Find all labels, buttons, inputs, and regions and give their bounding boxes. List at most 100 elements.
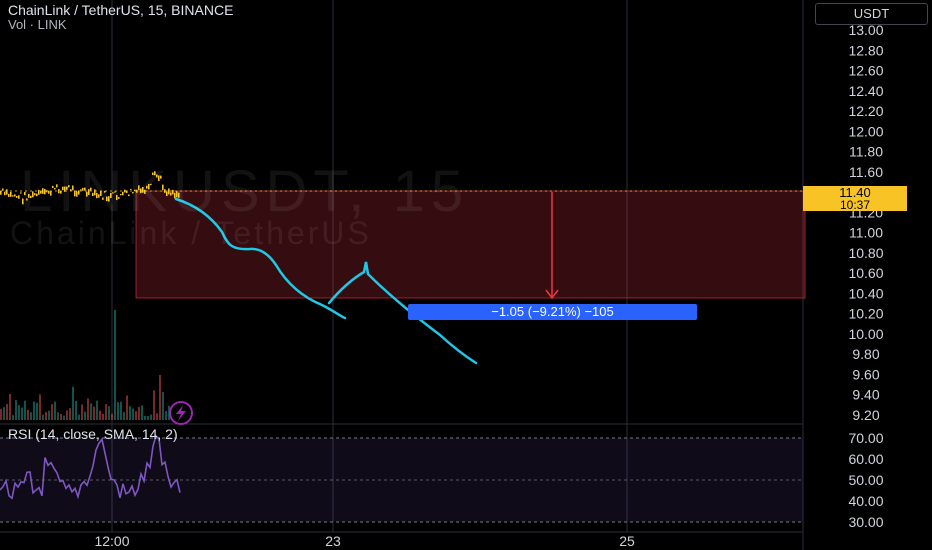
description-watermark: ChainLink / TetherUS xyxy=(10,215,372,251)
volume-bar xyxy=(111,413,113,420)
volume-bar xyxy=(84,411,86,420)
price-axis-label: 12.60 xyxy=(848,63,883,79)
volume-bar xyxy=(123,412,125,420)
candle xyxy=(16,196,18,198)
volume-bar xyxy=(96,400,98,420)
volume-bar xyxy=(75,400,77,420)
volume-bar xyxy=(105,404,107,420)
volume-bar xyxy=(69,408,71,420)
volume-bar xyxy=(72,386,74,420)
volume-bar xyxy=(30,412,32,420)
price-axis-label: 12.20 xyxy=(848,103,883,119)
volume-bar xyxy=(6,403,8,420)
price-axis-label: 9.80 xyxy=(852,346,879,362)
time-axis-label: 23 xyxy=(325,533,341,549)
rsi-axis-label: 70.00 xyxy=(848,430,883,446)
volume-bar xyxy=(42,414,44,420)
volume-bar xyxy=(141,405,143,420)
volume-bar xyxy=(99,410,101,420)
volume-bar xyxy=(12,415,14,420)
volume-bar xyxy=(27,409,29,420)
volume-bar xyxy=(102,414,104,420)
rsi-axis-label: 60.00 xyxy=(848,451,883,467)
rsi-legend[interactable]: RSI (14, close, SMA, 14, 2) xyxy=(8,426,178,442)
currency-button[interactable]: USDT xyxy=(815,3,928,25)
rsi-axis-label: 50.00 xyxy=(848,472,883,488)
rsi-axis-label: 40.00 xyxy=(848,493,883,509)
volume-bar xyxy=(114,310,116,420)
candle xyxy=(2,188,4,191)
volume-bar xyxy=(39,394,41,420)
time-axis-label: 25 xyxy=(619,533,635,549)
time-axis-label: 12:00 xyxy=(94,533,129,549)
volume-bar xyxy=(126,395,128,420)
candle xyxy=(10,191,12,197)
volume-series xyxy=(0,310,170,420)
price-axis-label: 11.80 xyxy=(849,144,883,160)
volume-bar xyxy=(162,391,164,420)
lightning-icon[interactable] xyxy=(169,401,193,425)
volume-bar xyxy=(156,413,158,420)
volume-bar xyxy=(138,406,140,420)
volume-bar xyxy=(120,401,122,420)
volume-bar xyxy=(21,407,23,420)
volume-bar xyxy=(108,406,110,420)
volume-bar xyxy=(165,411,167,420)
volume-bar xyxy=(18,405,20,420)
price-axis-label: 9.20 xyxy=(852,407,879,423)
volume-bar xyxy=(132,408,134,420)
price-axis-label: 10.00 xyxy=(848,326,883,342)
volume-bar xyxy=(129,406,131,420)
volume-bar xyxy=(63,415,65,420)
chart-title[interactable]: ChainLink / TetherUS, 15, BINANCE xyxy=(8,2,233,18)
volume-bar xyxy=(117,402,119,420)
price-axis-label: 12.40 xyxy=(848,83,883,99)
time-axis[interactable]: 12:00 23 25 xyxy=(94,533,635,549)
price-axis-label: 9.60 xyxy=(852,366,879,382)
rsi-axis[interactable]: 70.00 60.00 50.00 40.00 30.00 xyxy=(848,430,883,530)
volume-bar xyxy=(78,414,80,420)
price-axis-label: 10.20 xyxy=(848,306,883,322)
volume-bar xyxy=(147,415,149,420)
volume-bar xyxy=(33,401,35,420)
volume-bar xyxy=(24,400,26,420)
candle xyxy=(0,190,2,195)
price-axis[interactable]: 13.0012.8012.6012.4012.2012.0011.8011.60… xyxy=(848,22,883,423)
candle xyxy=(14,194,16,197)
volume-bar xyxy=(159,375,161,420)
volume-bar xyxy=(66,410,68,420)
candle xyxy=(4,191,6,196)
volume-bar xyxy=(93,406,95,420)
volume-bar xyxy=(15,400,17,420)
volume-bar xyxy=(57,412,59,420)
volume-bar xyxy=(48,410,50,420)
volume-bar xyxy=(60,413,62,420)
price-axis-label: 10.80 xyxy=(848,245,883,261)
volume-bar xyxy=(135,411,137,420)
bar-countdown: 10:37 xyxy=(803,199,907,211)
chart-root[interactable]: 13.00 12.80 12.60 12.40 12.20 12.00 11.80 11.60… xyxy=(0,0,932,550)
candle xyxy=(12,195,14,197)
volume-bar xyxy=(87,398,89,420)
volume-bar xyxy=(81,404,83,420)
volume-bar xyxy=(144,415,146,420)
volume-bar xyxy=(153,390,155,420)
volume-bar xyxy=(150,414,152,420)
volume-legend[interactable]: Vol · LINK xyxy=(8,17,67,32)
volume-bar xyxy=(36,402,38,420)
volume-bar xyxy=(0,408,2,420)
chart-canvas[interactable]: 13.0012.8012.6012.4012.2012.0011.8011.60… xyxy=(0,0,932,550)
price-axis-label: 12.80 xyxy=(848,42,883,58)
candle xyxy=(8,193,10,197)
price-axis-label: 11.00 xyxy=(849,225,883,241)
price-axis-label: 10.60 xyxy=(848,265,883,281)
candle xyxy=(6,189,8,195)
rsi-axis-label: 30.00 xyxy=(848,514,883,530)
price-axis-label: 9.40 xyxy=(852,387,879,403)
volume-bar xyxy=(9,393,11,420)
price-axis-label: 12.00 xyxy=(848,123,883,139)
volume-bar xyxy=(54,401,56,420)
volume-bar xyxy=(51,404,53,420)
measure-label[interactable]: −1.05 (−9.21%) −105 xyxy=(408,304,697,320)
volume-bar xyxy=(3,407,5,420)
